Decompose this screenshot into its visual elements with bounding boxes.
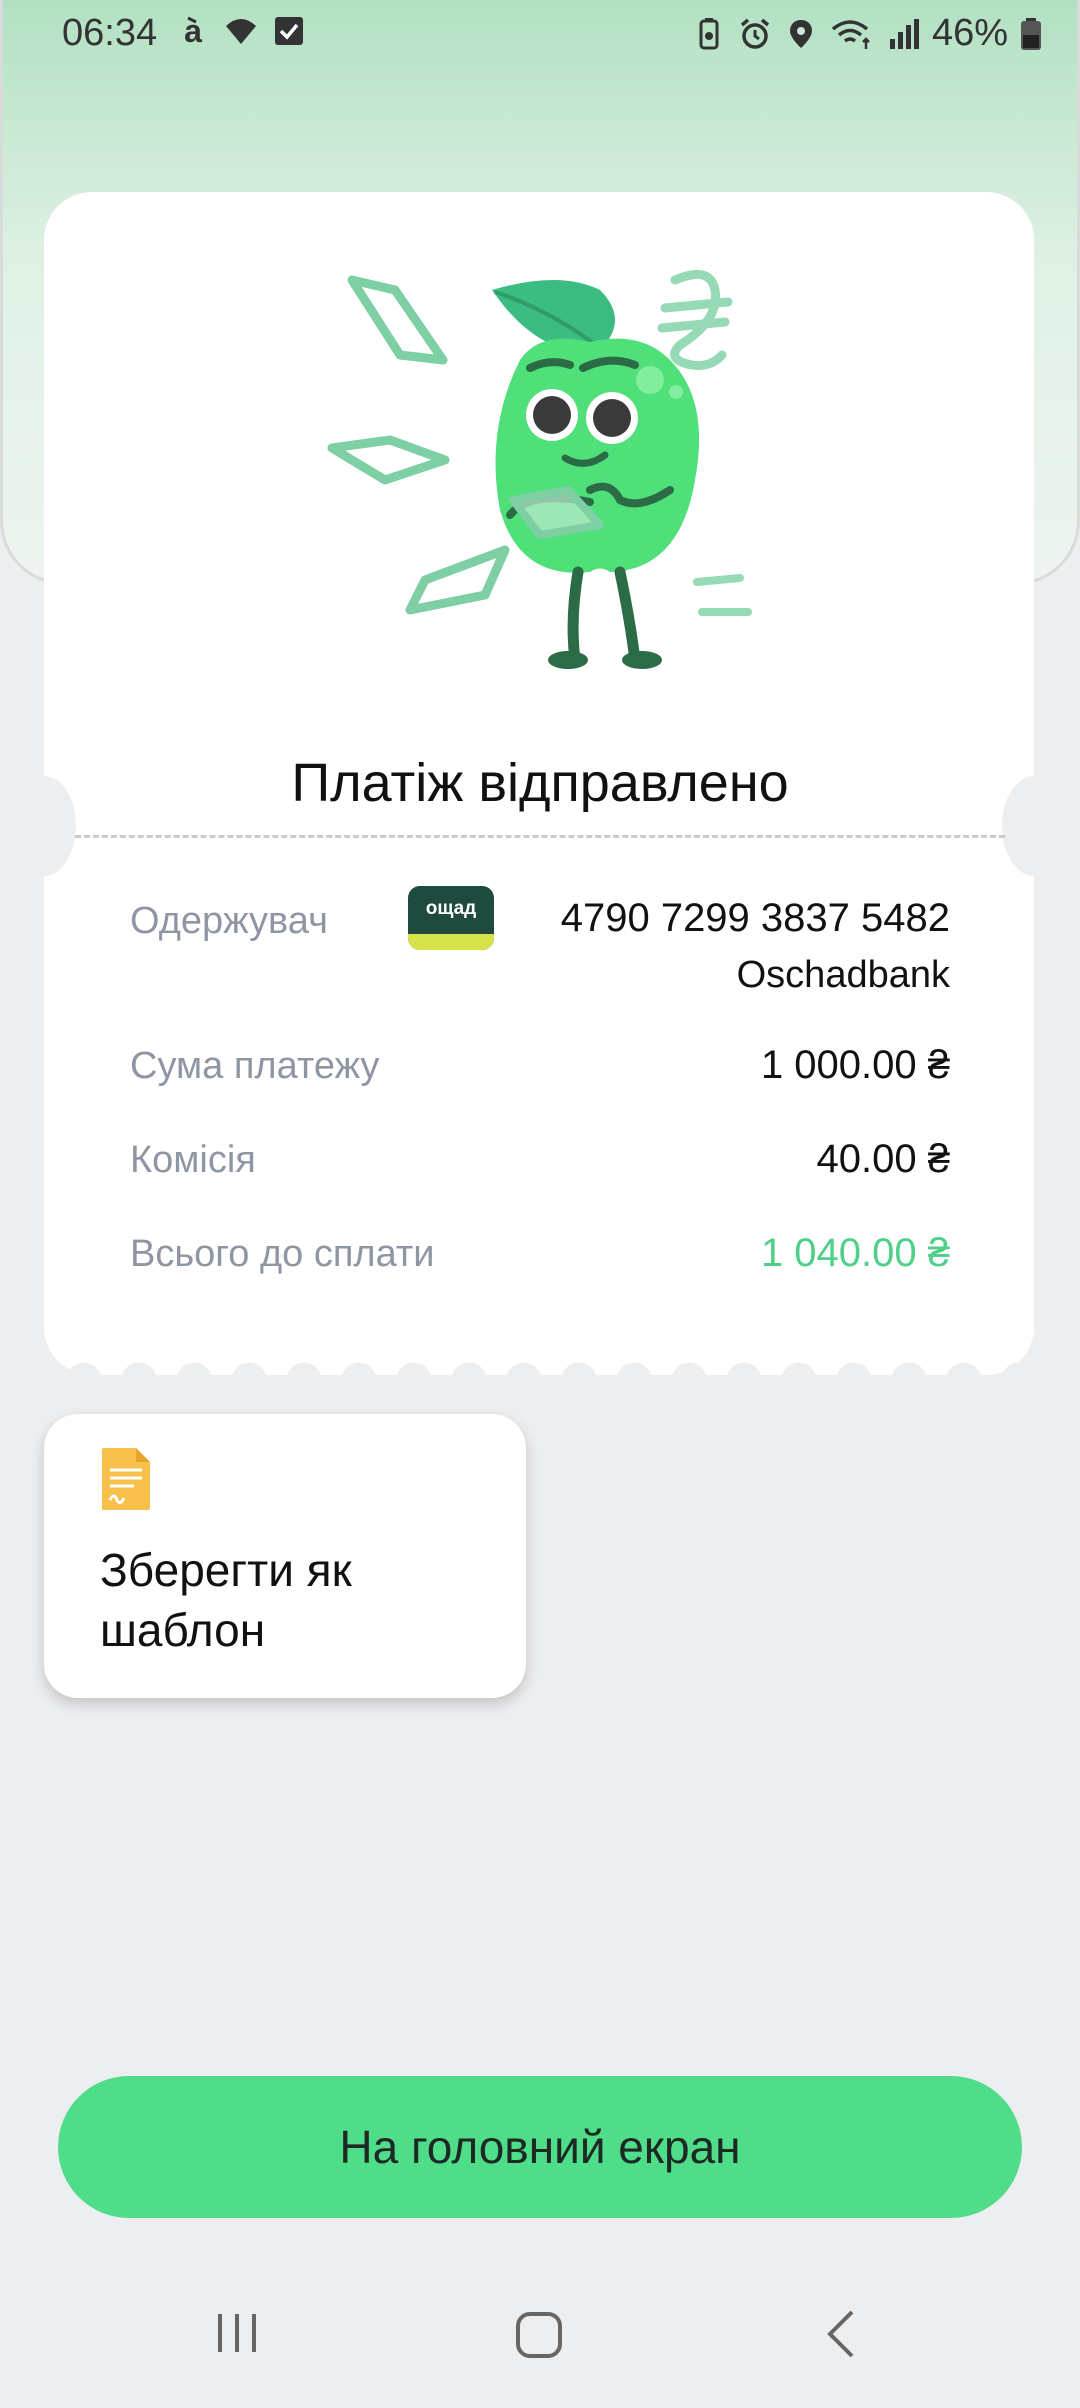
- receipt-scalloped-edge: [44, 1352, 1034, 1392]
- checkbox-icon: [275, 17, 303, 45]
- save-template-label: Зберегти як шаблон: [100, 1544, 352, 1656]
- alarm-icon: [740, 18, 770, 49]
- recipient-label: Одержувач: [130, 900, 328, 942]
- total-label: Всього до сплати: [130, 1233, 435, 1275]
- amount-value: 1 000.00 ₴: [760, 1043, 950, 1087]
- oschadbank-logo: ощад: [408, 886, 494, 950]
- system-nav-bar: [0, 2290, 1080, 2380]
- status-bar: 06:34 a 46%: [0, 0, 1080, 70]
- wifi-icon: [226, 19, 256, 44]
- receipt-divider: [75, 835, 1005, 838]
- home-icon[interactable]: [514, 2310, 564, 2360]
- document-icon: [102, 1448, 150, 1510]
- status-time: 06:34: [62, 12, 158, 54]
- total-value: 1 040.00 ₴: [760, 1231, 950, 1275]
- location-icon: [789, 19, 812, 48]
- fee-label: Комісія: [130, 1139, 256, 1181]
- save-template-button[interactable]: Зберегти як шаблон: [44, 1414, 526, 1698]
- apple-mascot-illustration: [327, 269, 752, 669]
- battery-percent: 46%: [931, 12, 1008, 54]
- wifi-calling-icon: [831, 19, 870, 49]
- bank-logo-text: ощад: [425, 898, 477, 919]
- recent-apps-icon[interactable]: [214, 2310, 260, 2356]
- a-app-icon: a: [184, 14, 202, 48]
- recipient-card-number: 4790 7299 3837 5482: [560, 896, 950, 940]
- amount-label: Сума платежу: [130, 1045, 380, 1087]
- signal-icon: [889, 18, 919, 49]
- recipient-bank-name: Oschadbank: [736, 954, 950, 996]
- battery-saver-icon: [699, 17, 719, 49]
- battery-icon: [1021, 17, 1041, 50]
- back-icon[interactable]: [822, 2308, 862, 2360]
- go-home-button[interactable]: На головний екран: [58, 2076, 1022, 2218]
- payment-status-title: Платіж відправлено: [291, 753, 789, 813]
- fee-value: 40.00 ₴: [816, 1137, 950, 1181]
